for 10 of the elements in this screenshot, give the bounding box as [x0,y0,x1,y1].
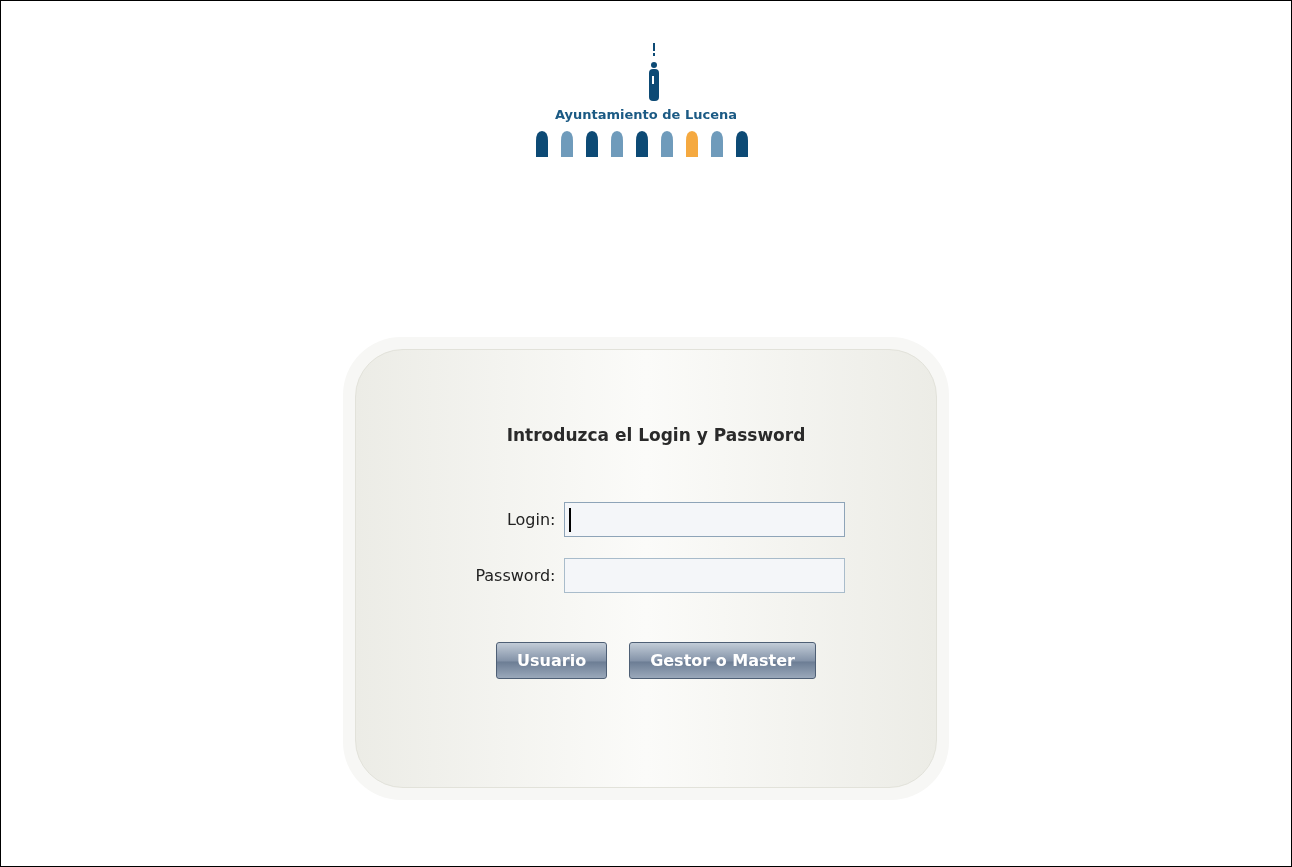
login-title: Introduzca el Login y Password [506,423,806,447]
logo-text: Ayuntamiento de Lucena [554,106,738,124]
tower-icon [648,43,660,101]
input-field[interactable] [563,558,845,593]
field-label: Password: [474,564,556,587]
field-label: Login: [505,508,556,531]
input-field[interactable] [563,502,845,537]
submit-button[interactable]: Usuario [496,642,608,679]
text-cursor [568,507,571,532]
submit-button[interactable]: Gestor o Master [629,642,816,679]
